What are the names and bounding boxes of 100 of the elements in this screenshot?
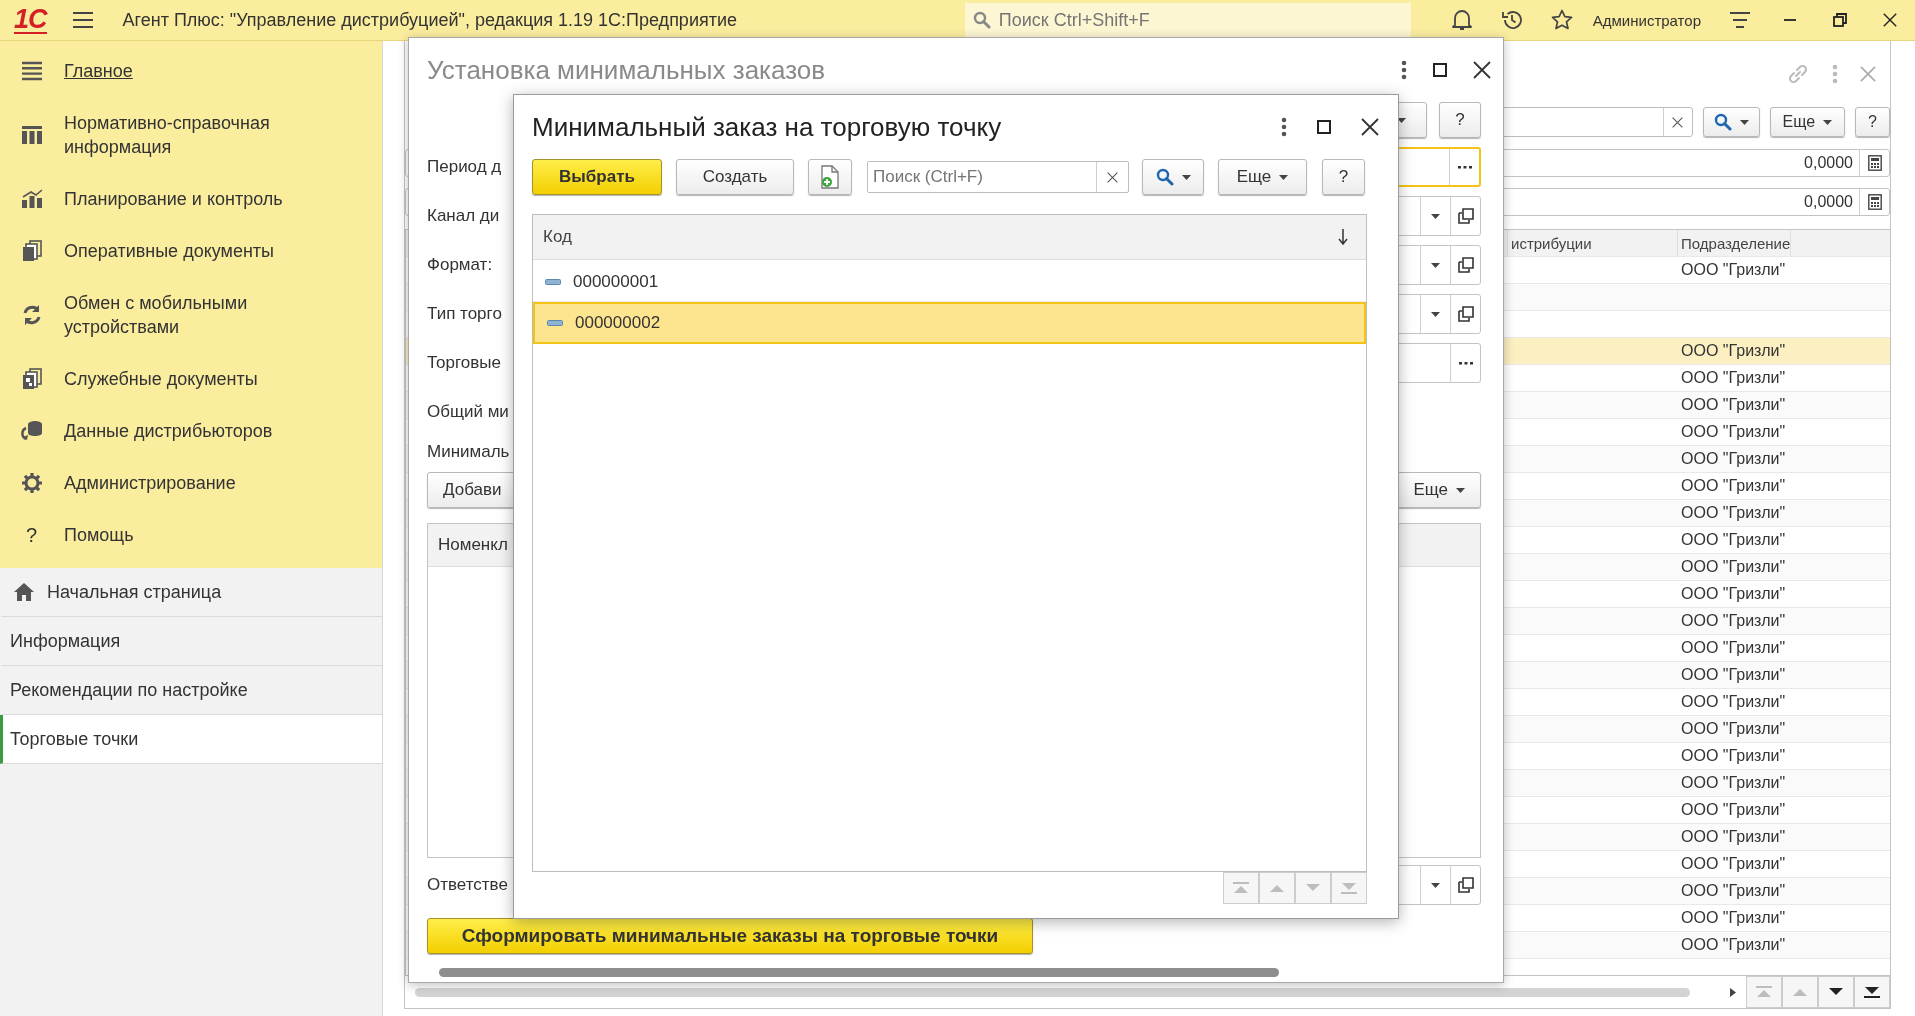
link-icon <box>1786 62 1810 86</box>
open-icon <box>1457 257 1474 273</box>
settings-icon <box>1730 12 1750 28</box>
field-label: Общий ми <box>427 402 509 422</box>
search-input[interactable]: Поиск Ctrl+Shift+F <box>996 8 1377 32</box>
table-cell-text: ООО "Гризли" <box>1680 584 1786 604</box>
field-label: Торговые <box>427 353 501 373</box>
section-item[interactable]: ? Помощь <box>0 509 382 561</box>
caret-icon <box>1181 174 1191 180</box>
table-cell-text: ООО "Гризли" <box>1680 935 1786 955</box>
ellipsis-icon <box>1457 165 1472 169</box>
triangle-icon <box>1268 882 1286 894</box>
table-cell-text: ООО "Гризли" <box>1680 611 1786 631</box>
table-cell-text: ООО "Гризли" <box>1680 746 1786 766</box>
close-icon <box>1883 13 1897 27</box>
triangle-icon <box>1304 882 1322 894</box>
bell-icon <box>1451 9 1472 31</box>
page-down-button[interactable] <box>1818 976 1854 1008</box>
column-header[interactable]: Подразделение <box>1678 230 1792 256</box>
open-window-tab[interactable]: Информация <box>0 617 382 666</box>
section-item[interactable]: Служебные документы <box>0 353 382 405</box>
generate-button[interactable]: Сформировать минимальные заказы на торговые точки <box>427 918 1033 954</box>
bar-chart-icon <box>20 189 43 209</box>
column-header[interactable]: Номенкл <box>438 535 508 555</box>
search-icon <box>1155 168 1174 186</box>
section-item[interactable]: Планирование и контроль <box>0 173 382 225</box>
dialog-title: Установка минимальных заказов <box>427 54 826 86</box>
search-field[interactable]: Поиск (Ctrl+F) <box>867 161 1129 193</box>
triangle-icon <box>1232 882 1250 894</box>
help-button[interactable]: ? <box>1439 102 1481 138</box>
item-icon <box>547 320 563 326</box>
table-cell-text: ООО "Гризли" <box>1680 881 1786 901</box>
last-page-button[interactable] <box>1854 976 1890 1008</box>
section-item[interactable]: Администрирование <box>0 457 382 509</box>
field-label: Период д <box>427 157 502 177</box>
close-icon <box>1107 171 1118 183</box>
table-cell-text: ООО "Гризли" <box>1680 368 1786 388</box>
select-button[interactable]: Выбрать <box>532 159 662 195</box>
section-item[interactable]: Оперативные документы <box>0 225 382 277</box>
columns-icon <box>20 125 43 145</box>
more-actions-button[interactable] <box>1281 117 1287 137</box>
table-cell-text: ООО "Гризли" <box>1680 530 1786 550</box>
field-label: Формат: <box>427 255 493 275</box>
documents-icon <box>20 240 43 262</box>
code-cell: 000000002 <box>575 313 661 333</box>
caret-icon <box>1279 174 1289 180</box>
open-window-tab[interactable]: Начальная страница <box>0 568 382 617</box>
dots-icon <box>1832 64 1838 84</box>
caret-icon <box>1396 117 1406 123</box>
scrollbar-thumb[interactable] <box>439 968 1279 977</box>
column-header[interactable]: Код <box>543 227 572 247</box>
table-cell-text: ООО "Гризли" <box>1680 908 1786 928</box>
copy-button[interactable] <box>808 159 852 195</box>
user-name[interactable]: Администратор <box>1592 11 1701 29</box>
more-button[interactable]: Еще <box>1397 472 1481 508</box>
close-icon <box>1361 118 1379 136</box>
table-cell-text: ООО "Гризли" <box>1680 422 1786 442</box>
scrollbar-thumb[interactable] <box>415 987 1690 997</box>
section-item[interactable]: Главное <box>0 45 382 97</box>
table-row[interactable]: 000000002 <box>533 302 1366 344</box>
maximize-button[interactable] <box>1433 63 1447 77</box>
gear-icon <box>20 472 43 494</box>
close-button[interactable] <box>1473 61 1491 79</box>
more-actions-button[interactable] <box>1401 60 1407 80</box>
section-item[interactable]: Нормативно-справочная информация <box>0 97 382 173</box>
number-value: 0,0000 <box>1804 154 1854 172</box>
help-button[interactable]: ? <box>1855 107 1890 137</box>
scroll-right-icon <box>1730 987 1736 997</box>
link-button[interactable] <box>1786 62 1810 86</box>
search-icon <box>972 11 991 29</box>
create-button[interactable]: Создать <box>676 159 794 195</box>
menu-lines-icon <box>20 61 43 81</box>
more-button[interactable]: Еще <box>1218 159 1307 195</box>
item-icon <box>545 278 561 285</box>
more-button[interactable]: Еще <box>1769 107 1846 137</box>
close-icon <box>1473 61 1491 79</box>
triangle-icon <box>1863 986 1881 998</box>
caret-icon <box>1739 119 1749 125</box>
table-cell-text: ООО "Гризли" <box>1680 692 1786 712</box>
global-search-field[interactable]: Поиск Ctrl+Shift+F <box>964 3 1411 37</box>
search-button[interactable] <box>1702 107 1760 137</box>
table-cell-text: ООО "Гризли" <box>1680 557 1786 577</box>
document-plus-icon <box>820 165 840 189</box>
maximize-button[interactable] <box>1317 120 1331 134</box>
section-item[interactable]: Данные дистрибьюторов <box>0 405 382 457</box>
field-label: Тип торго <box>427 304 502 324</box>
search-button[interactable] <box>1142 159 1204 195</box>
table-cell-text: ООО "Гризли" <box>1680 854 1786 874</box>
section-item[interactable]: Обмен с мобильными устройствами <box>0 277 382 353</box>
dialog-title: Минимальный заказ на торговую точку <box>532 111 1002 143</box>
table-cell-text: ООО "Гризли" <box>1680 827 1786 847</box>
field-label: Канал ди <box>427 206 500 226</box>
minimize-icon <box>1783 19 1797 21</box>
column-header[interactable]: истрибуции <box>1508 230 1678 256</box>
caret-icon <box>1431 262 1440 268</box>
open-window-tab[interactable]: Торговые точки <box>0 715 382 764</box>
question-mark-icon: ? <box>19 523 44 547</box>
table-cell-text: ООО "Гризли" <box>1680 476 1786 496</box>
close-button[interactable] <box>1361 118 1379 136</box>
help-button[interactable]: ? <box>1322 159 1365 195</box>
